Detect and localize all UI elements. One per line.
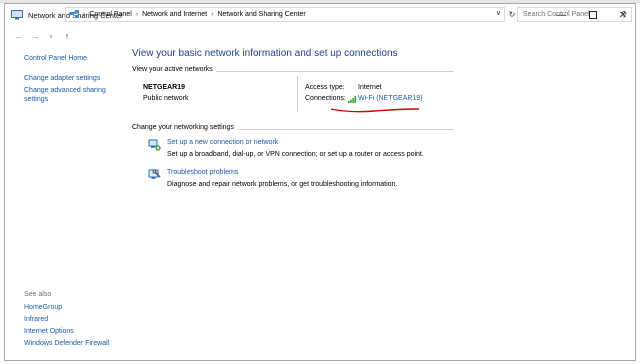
see-also-section: See also HomeGroup Infrared Internet Opt…: [24, 291, 134, 347]
access-type-label: Access type:: [305, 84, 345, 91]
section-divider: [238, 129, 454, 130]
network-name: NETGEAR19: [143, 84, 186, 91]
search-placeholder: Search Control Panel: [523, 11, 590, 18]
new-connection-icon: [148, 139, 161, 151]
chevron-down-icon: ∨: [48, 33, 54, 40]
control-panel-home-link[interactable]: Control Panel Home: [24, 54, 87, 63]
network-folder-icon: [70, 10, 79, 18]
up-button[interactable]: ↑: [60, 29, 74, 43]
see-also-header: See also: [24, 291, 52, 298]
firewall-link[interactable]: Windows Defender Firewall: [24, 339, 109, 348]
address-bar[interactable]: › Control Panel › Network and Internet ›…: [65, 7, 505, 22]
wifi-connection-link[interactable]: Wi-Fi (NETGEAR19): [358, 95, 423, 102]
recent-locations-button[interactable]: ∨: [44, 29, 58, 43]
forward-button[interactable]: →: [28, 29, 42, 43]
forward-arrow-icon: →: [30, 31, 40, 41]
troubleshoot-icon: [148, 169, 161, 179]
homegroup-link[interactable]: HomeGroup: [24, 303, 62, 312]
troubleshoot-link[interactable]: Troubleshoot problems: [167, 169, 238, 176]
networking-settings-title: Change your networking settings: [132, 124, 234, 131]
navigation-bar: ← → ∨ ↑: [5, 26, 635, 46]
back-button[interactable]: ←: [12, 29, 26, 43]
troubleshoot-description: Diagnose and repair network problems, or…: [167, 181, 398, 188]
back-arrow-icon: ←: [14, 31, 24, 41]
search-input[interactable]: Search Control Panel ⚲: [517, 7, 632, 22]
wifi-signal-icon: [348, 96, 357, 103]
address-dropdown-icon[interactable]: ∨: [496, 9, 501, 17]
breadcrumb-control-panel[interactable]: Control Panel: [89, 11, 131, 18]
breadcrumb-network-and-internet[interactable]: Network and Internet: [142, 11, 207, 18]
setup-connection-description: Set up a broadband, dial-up, or VPN conn…: [167, 151, 424, 158]
breadcrumb-network-and-sharing-center[interactable]: Network and Sharing Center: [217, 11, 305, 18]
network-center-icon: [11, 10, 23, 20]
change-advanced-sharing-link[interactable]: Change advanced sharing settings: [24, 86, 119, 104]
internet-options-link[interactable]: Internet Options: [24, 327, 74, 336]
network-category: Public network: [143, 95, 189, 102]
access-type-value: Internet: [358, 84, 382, 91]
explorer-window: Network and Sharing Center — ✕ ← → ∨ ↑ ›…: [4, 3, 636, 361]
change-adapter-settings-link[interactable]: Change adapter settings: [24, 74, 100, 83]
red-annotation-underline: [330, 108, 420, 113]
section-divider: [216, 71, 454, 72]
setup-connection-link[interactable]: Set up a new connection or network: [167, 139, 278, 146]
breadcrumb-separator-icon[interactable]: ›: [211, 11, 213, 18]
refresh-icon: ↻: [508, 10, 516, 19]
search-icon[interactable]: ⚲: [621, 10, 627, 19]
breadcrumb-separator-icon[interactable]: ›: [136, 11, 138, 18]
infrared-link[interactable]: Infrared: [24, 315, 48, 324]
active-networks-title: View your active networks: [132, 66, 213, 73]
up-arrow-icon: ↑: [64, 31, 70, 41]
breadcrumb-separator-icon: ›: [83, 11, 86, 18]
connections-label: Connections:: [305, 95, 346, 102]
page-heading: View your basic network information and …: [132, 48, 398, 59]
network-vertical-divider: [297, 76, 298, 112]
